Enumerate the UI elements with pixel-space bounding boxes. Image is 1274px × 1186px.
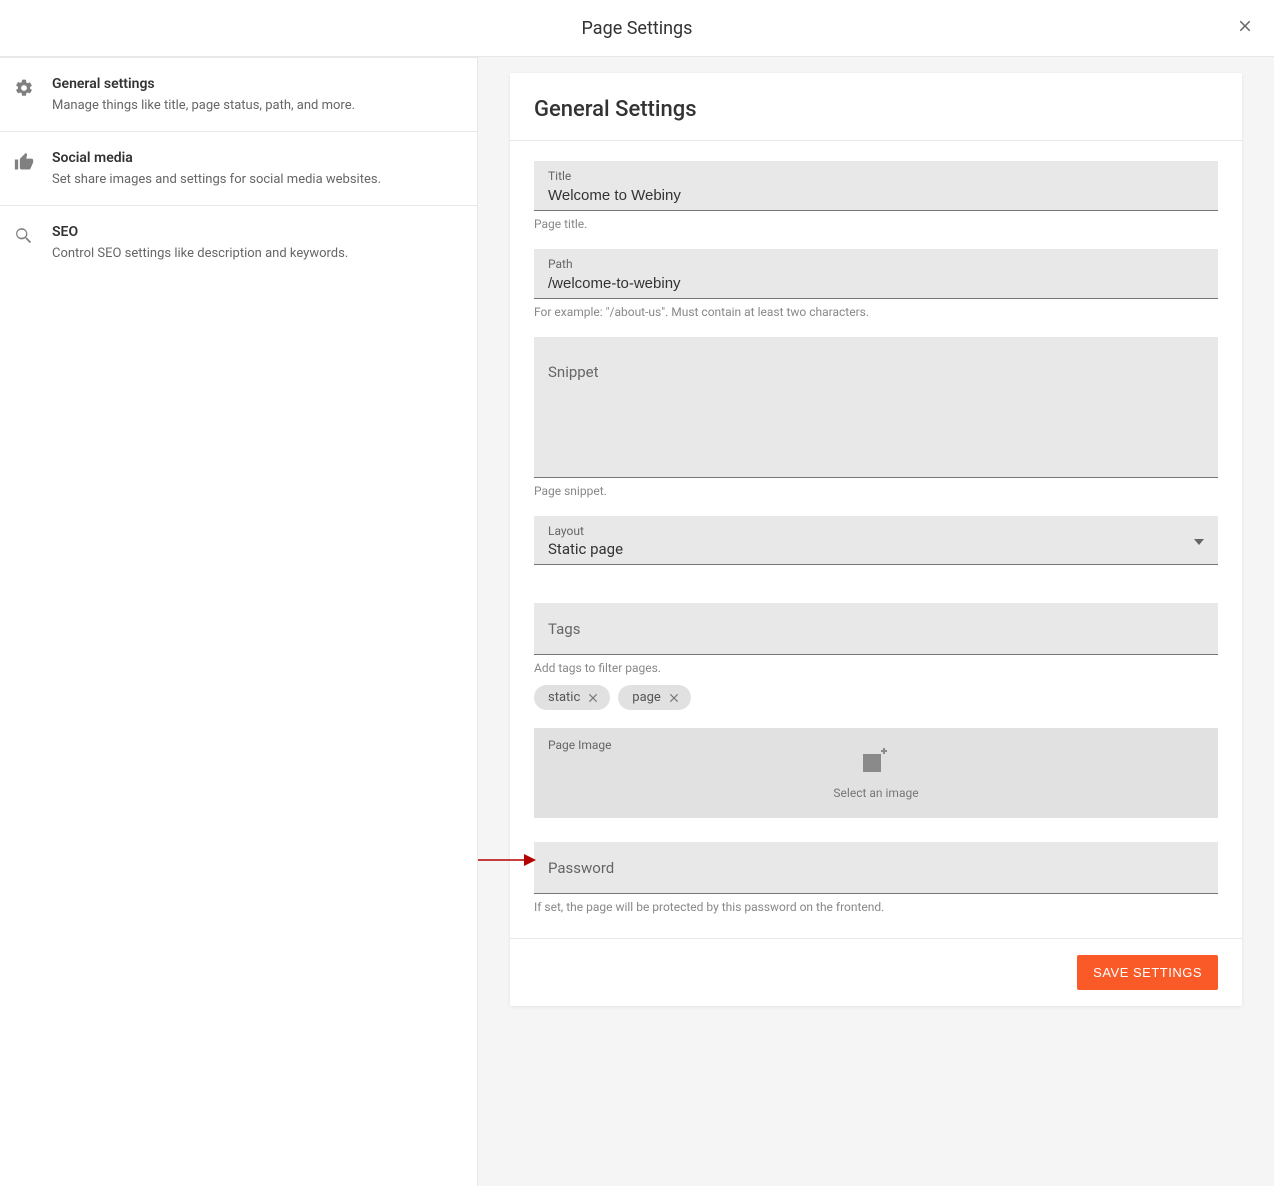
panel-title: General Settings	[534, 97, 1218, 122]
content-area: General Settings Title Page title. Path …	[478, 57, 1274, 1186]
thumbs-up-icon	[14, 152, 34, 176]
chip-remove[interactable]	[586, 691, 600, 705]
tags-input[interactable]: Tags	[534, 603, 1218, 655]
page-image-upload[interactable]: Page Image Select an image	[534, 728, 1218, 818]
layout-label: Layout	[548, 524, 1194, 538]
snippet-helper: Page snippet.	[534, 484, 1218, 498]
tags-chips: static page	[534, 685, 1218, 710]
search-icon	[14, 226, 34, 250]
password-input-box[interactable]: Password	[534, 842, 1218, 894]
tag-chip: static	[534, 685, 610, 710]
sidebar-item-social[interactable]: Social media Set share images and settin…	[0, 132, 477, 206]
chip-label: page	[632, 690, 661, 705]
chip-label: static	[548, 690, 580, 705]
sidebar-item-desc: Set share images and settings for social…	[52, 172, 461, 187]
sidebar-item-desc: Manage things like title, page status, p…	[52, 98, 461, 113]
password-helper: If set, the page will be protected by th…	[534, 900, 1218, 914]
title-input[interactable]	[548, 187, 1204, 204]
modal-header: Page Settings	[0, 0, 1274, 57]
close-icon	[1236, 17, 1254, 35]
path-input[interactable]	[548, 275, 1204, 292]
chevron-down-icon	[1194, 532, 1204, 551]
title-label: Title	[548, 169, 1204, 183]
path-helper: For example: "/about-us". Must contain a…	[534, 305, 1218, 319]
tags-label: Tags	[548, 620, 580, 638]
sidebar: General settings Manage things like titl…	[0, 57, 478, 1186]
password-label: Password	[548, 859, 614, 877]
sidebar-item-title: General settings	[52, 76, 461, 92]
close-icon	[667, 691, 681, 705]
modal-title: Page Settings	[582, 18, 693, 39]
sidebar-item-general[interactable]: General settings Manage things like titl…	[0, 57, 477, 132]
path-label: Path	[548, 257, 1204, 271]
close-button[interactable]	[1232, 13, 1258, 43]
settings-panel: General Settings Title Page title. Path …	[510, 73, 1242, 1006]
tags-helper: Add tags to filter pages.	[534, 661, 1218, 675]
snippet-label: Snippet	[548, 363, 599, 381]
sidebar-item-title: Social media	[52, 150, 461, 166]
save-settings-button[interactable]: SAVE SETTINGS	[1077, 955, 1218, 990]
sidebar-item-seo[interactable]: SEO Control SEO settings like descriptio…	[0, 206, 477, 279]
sidebar-item-title: SEO	[52, 224, 461, 240]
close-icon	[586, 691, 600, 705]
image-add-icon	[859, 746, 893, 780]
snippet-input[interactable]	[548, 363, 1204, 463]
title-helper: Page title.	[534, 217, 1218, 231]
gear-icon	[14, 78, 34, 102]
image-caption: Select an image	[548, 786, 1204, 800]
tag-chip: page	[618, 685, 691, 710]
sidebar-item-desc: Control SEO settings like description an…	[52, 246, 461, 261]
image-label: Page Image	[548, 738, 612, 752]
chip-remove[interactable]	[667, 691, 681, 705]
layout-value: Static page	[548, 540, 1194, 558]
layout-select[interactable]: Layout Static page	[534, 516, 1218, 565]
